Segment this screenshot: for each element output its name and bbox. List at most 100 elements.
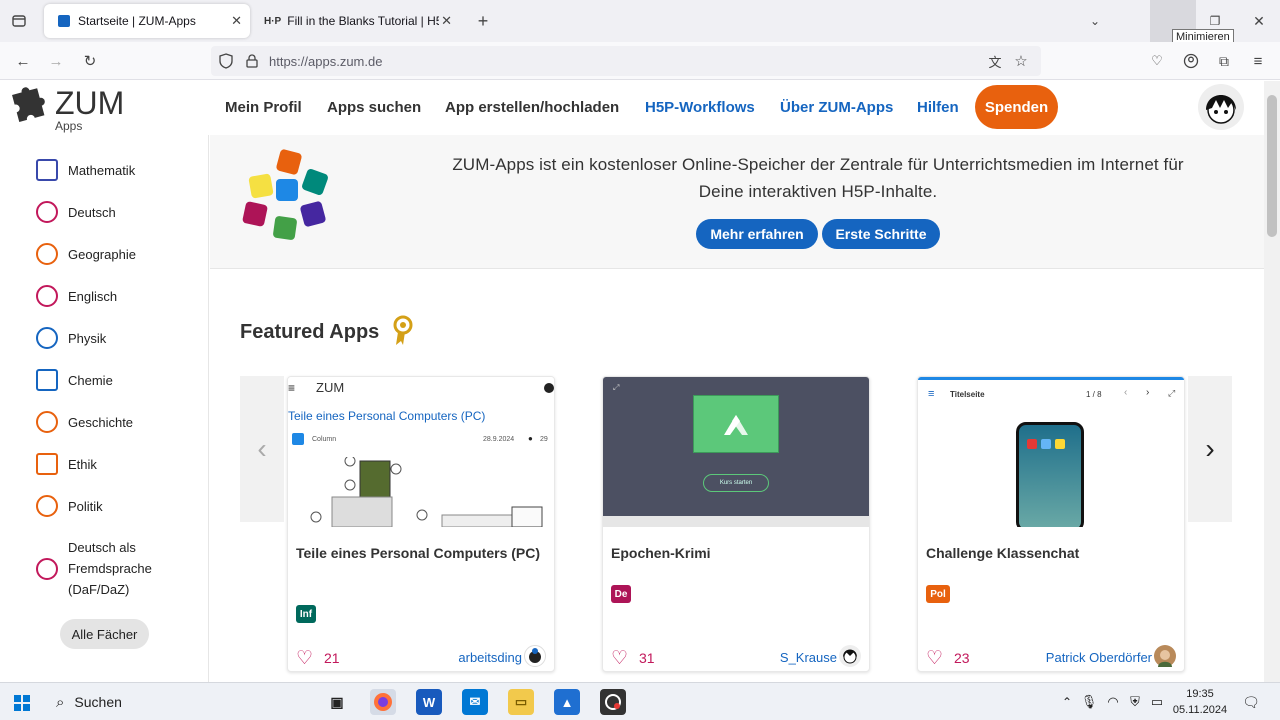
url-text: https://apps.zum.de bbox=[269, 53, 383, 69]
quill-icon bbox=[36, 285, 58, 307]
sidebar-item-englisch[interactable]: Englisch bbox=[36, 285, 117, 307]
shield-icon[interactable] bbox=[216, 50, 236, 72]
heart-icon[interactable]: ♡ bbox=[926, 647, 943, 670]
nav-mein-profil[interactable]: Mein Profil bbox=[225, 99, 302, 116]
close-window-icon[interactable]: ✕ bbox=[1248, 10, 1270, 32]
heart-icon[interactable]: ♡ bbox=[296, 647, 313, 670]
address-bar[interactable]: https://apps.zum.de bbox=[211, 46, 1041, 76]
sidebar-item-label: Ethik bbox=[68, 456, 97, 472]
bookmark-star-icon[interactable]: ☆ bbox=[1010, 50, 1032, 72]
sidebar-item-physik[interactable]: Physik bbox=[36, 327, 106, 349]
subject-badge: Pol bbox=[926, 585, 950, 603]
sidebar-item-geographie[interactable]: Geographie bbox=[36, 243, 136, 265]
author-link[interactable]: S_Krause bbox=[780, 650, 837, 665]
sidebar-item-deutsch[interactable]: Deutsch bbox=[36, 201, 116, 223]
start-course-button: Kurs starten bbox=[703, 474, 769, 492]
app-card[interactable]: ≡ Titelseite 1 / 8 ‹ › ⤢ Challenge Klass… bbox=[917, 376, 1185, 672]
firefox-icon[interactable] bbox=[370, 689, 396, 715]
nav-app-erstellen[interactable]: App erstellen/hochladen bbox=[445, 99, 619, 116]
site-logo[interactable]: ZUM Apps bbox=[8, 85, 138, 133]
notification-icon[interactable]: 🗨 bbox=[1240, 691, 1262, 713]
close-tab-icon[interactable]: ✕ bbox=[231, 13, 242, 29]
pc-diagram-image bbox=[310, 457, 543, 527]
search-label: Suchen bbox=[74, 694, 122, 710]
author-link[interactable]: Patrick Oberdörfer bbox=[1046, 650, 1152, 665]
windows-start-icon[interactable] bbox=[10, 691, 34, 715]
sidebar-item-daf-daz[interactable]: Deutsch als Fremdsprache (DaF/DaZ) bbox=[36, 537, 164, 600]
extensions-icon[interactable]: ⧉ bbox=[1213, 50, 1235, 72]
app-thumbnail: ≡ ZUM Teile eines Personal Computers (PC… bbox=[288, 377, 554, 527]
learn-more-button[interactable]: Mehr erfahren bbox=[696, 219, 818, 249]
puzzle-cluster-icon bbox=[242, 149, 328, 240]
account-icon[interactable] bbox=[1180, 50, 1202, 72]
subject-badge: De bbox=[611, 585, 631, 603]
carousel-next-button[interactable]: › bbox=[1188, 376, 1232, 522]
nav-ueber-zum-apps[interactable]: Über ZUM-Apps bbox=[780, 99, 893, 116]
word-icon[interactable]: W bbox=[416, 689, 442, 715]
taskbar-search[interactable]: ⌕ Suchen bbox=[46, 687, 314, 717]
puzzle-logo-icon bbox=[12, 87, 45, 122]
screen-recorder-icon[interactable] bbox=[600, 689, 626, 715]
donate-button[interactable]: Spenden bbox=[975, 85, 1058, 129]
thumb-views: 29 bbox=[540, 436, 548, 443]
sidebar-item-label: Chemie bbox=[68, 372, 113, 388]
close-tab-icon[interactable]: ✕ bbox=[441, 13, 452, 29]
back-icon[interactable]: ← bbox=[12, 50, 34, 72]
battery-icon[interactable]: ▭ bbox=[1148, 691, 1166, 713]
forward-icon[interactable]: → bbox=[45, 50, 67, 72]
eye-icon: ● bbox=[528, 434, 533, 443]
user-avatar[interactable] bbox=[1198, 84, 1244, 130]
thumb-title: Teile eines Personal Computers (PC) bbox=[288, 409, 486, 423]
menu-icon: ≡ bbox=[928, 388, 935, 400]
logo-subtitle: Apps bbox=[55, 119, 83, 133]
document-app-icon[interactable]: ▲ bbox=[554, 689, 580, 715]
nav-hilfen[interactable]: Hilfen bbox=[917, 99, 959, 116]
sidebar-item-label: Mathematik bbox=[68, 162, 136, 178]
zum-favicon-icon bbox=[58, 15, 70, 27]
atom-icon bbox=[36, 327, 58, 349]
thumb-meta: Column bbox=[312, 436, 337, 443]
tab-h5p[interactable]: H·P Fill in the Blanks Tutorial | H5P ✕ bbox=[254, 4, 460, 38]
app-card[interactable]: ⤢ Kurs starten Epochen-Krimi De ♡ 31 S_K… bbox=[602, 376, 870, 672]
sidebar-item-chemie[interactable]: Chemie bbox=[36, 369, 113, 391]
mail-icon[interactable]: ✉ bbox=[462, 689, 488, 715]
chevron-down-icon[interactable]: ⌄ bbox=[1084, 10, 1106, 32]
nav-h5p-workflows[interactable]: H5P-Workflows bbox=[645, 99, 755, 116]
pocket-icon[interactable]: ♡ bbox=[1146, 50, 1168, 72]
tab-list-icon[interactable] bbox=[8, 10, 30, 32]
like-count: 31 bbox=[639, 650, 655, 666]
carousel-prev-button[interactable]: ‹ bbox=[240, 376, 284, 522]
reload-icon[interactable]: ↻ bbox=[79, 50, 101, 72]
sidebar-item-geschichte[interactable]: Geschichte bbox=[36, 411, 133, 433]
app-thumbnail: ≡ Titelseite 1 / 8 ‹ › ⤢ bbox=[918, 377, 1184, 527]
all-subjects-button[interactable]: Alle Fächer bbox=[60, 619, 149, 649]
file-explorer-icon[interactable]: ▭ bbox=[508, 689, 534, 715]
security-icon[interactable]: ⛨ bbox=[1126, 691, 1144, 713]
subject-badge: Inf bbox=[296, 605, 316, 623]
lock-icon[interactable] bbox=[243, 50, 261, 72]
sidebar-item-mathematik[interactable]: Mathematik bbox=[36, 159, 135, 181]
chevron-up-icon[interactable]: ⌃ bbox=[1058, 691, 1076, 713]
card-title: Challenge Klassenchat bbox=[926, 545, 1080, 561]
menu-icon[interactable]: ≡ bbox=[1247, 50, 1269, 72]
sidebar-item-politik[interactable]: Politik bbox=[36, 495, 103, 517]
app-card[interactable]: ≡ ZUM Teile eines Personal Computers (PC… bbox=[287, 376, 555, 672]
scrollbar-thumb[interactable] bbox=[1267, 95, 1277, 237]
new-tab-icon[interactable]: + bbox=[472, 10, 494, 32]
nav-apps-suchen[interactable]: Apps suchen bbox=[327, 99, 421, 116]
microphone-icon[interactable]: 🎙 bbox=[1080, 691, 1098, 713]
flags-image bbox=[693, 395, 779, 453]
heart-icon[interactable]: ♡ bbox=[611, 647, 628, 670]
author-link[interactable]: arbeitsding bbox=[458, 650, 522, 665]
clock[interactable]: 19:35 05.11.2024 bbox=[1170, 686, 1230, 718]
translate-icon[interactable]: 文 bbox=[984, 50, 1006, 72]
phone-image bbox=[1016, 422, 1084, 527]
sidebar-item-ethik[interactable]: Ethik bbox=[36, 453, 97, 475]
like-count: 21 bbox=[324, 650, 340, 666]
tab-startseite[interactable]: Startseite | ZUM-Apps ✕ bbox=[44, 4, 250, 38]
task-view-icon[interactable]: ▣ bbox=[324, 689, 350, 715]
wifi-icon[interactable]: ◠ bbox=[1104, 691, 1122, 713]
thumb-date: 28.9.2024 bbox=[483, 436, 515, 443]
first-steps-button[interactable]: Erste Schritte bbox=[822, 219, 940, 249]
menu-icon: ≡ bbox=[288, 381, 296, 395]
